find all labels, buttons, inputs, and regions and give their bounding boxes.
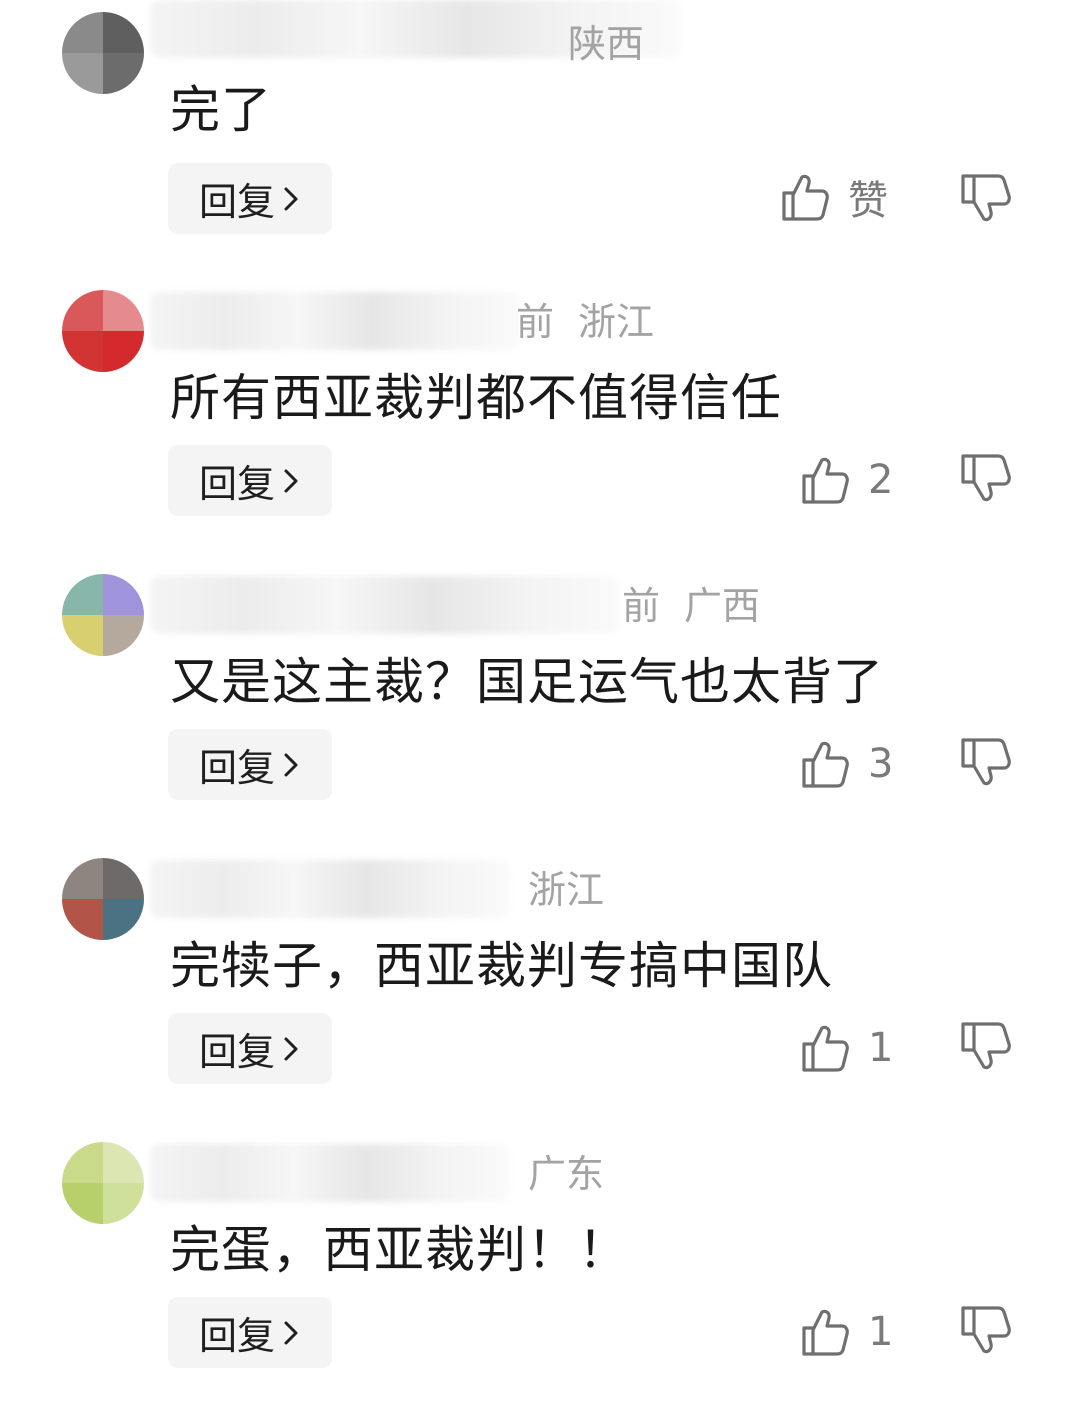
chevron-right-icon — [284, 1037, 298, 1060]
username-blurred[interactable] — [150, 1144, 510, 1202]
avatar[interactable] — [62, 574, 144, 656]
comment-time: 前 — [622, 584, 661, 628]
thumbs-down-icon[interactable] — [960, 736, 1012, 790]
comment-text: 所有西亚裁判都不值得信任 — [170, 369, 782, 427]
avatar-pixel — [62, 899, 103, 940]
like-count: 2 — [868, 457, 894, 503]
chevron-right-icon — [284, 469, 298, 492]
avatar-pixel — [62, 290, 103, 331]
avatar-pixel — [103, 53, 144, 94]
comment-item: 前 广西 又是这主裁？国足运气也太背了 回复 3 — [0, 562, 1080, 846]
avatar-pixel — [62, 1183, 103, 1224]
thumbs-up-icon — [782, 174, 829, 221]
chevron-right-icon — [284, 187, 298, 210]
reply-label: 回复 — [198, 180, 275, 224]
reply-button[interactable]: 回复 — [168, 1013, 332, 1084]
avatar[interactable] — [62, 858, 144, 940]
avatar-pixel — [103, 574, 144, 615]
avatar-pixel — [103, 1142, 144, 1183]
username-blurred[interactable] — [150, 576, 620, 634]
thumbs-up-icon — [802, 457, 849, 504]
thumbs-down-icon[interactable] — [960, 452, 1012, 506]
comment-region: 广东 — [528, 1152, 605, 1196]
reply-label: 回复 — [198, 746, 275, 790]
avatar-pixel — [103, 290, 144, 331]
avatar[interactable] — [62, 1142, 144, 1224]
avatar[interactable] — [62, 290, 144, 372]
comment-text: 完蛋，西亚裁判！！ — [170, 1221, 629, 1279]
reply-label: 回复 — [198, 1030, 275, 1074]
comment-time: 前 — [516, 300, 555, 344]
like-button[interactable]: 3 — [800, 734, 893, 794]
avatar-pixel — [103, 12, 144, 53]
thumbs-down-icon[interactable] — [960, 1020, 1012, 1074]
like-button[interactable]: 1 — [800, 1018, 893, 1078]
like-button[interactable]: 2 — [800, 450, 893, 510]
avatar-pixel — [62, 331, 103, 372]
like-button[interactable]: 赞 — [780, 167, 888, 227]
username-blurred[interactable] — [150, 860, 510, 918]
avatar-pixel — [103, 1183, 144, 1224]
comment-item: 广东 完蛋，西亚裁判！！ 回复 1 — [0, 1130, 1080, 1414]
comment-region: 浙江 — [528, 868, 605, 912]
avatar-pixel — [103, 858, 144, 899]
reply-button[interactable]: 回复 — [168, 445, 332, 516]
like-count: 赞 — [848, 178, 888, 224]
avatar-pixel — [62, 53, 103, 94]
comment-text: 完了 — [170, 81, 272, 139]
like-button[interactable]: 1 — [800, 1302, 893, 1362]
avatar-pixel — [62, 12, 103, 53]
reply-label: 回复 — [198, 462, 275, 506]
avatar-pixel — [103, 899, 144, 940]
avatar-pixel — [62, 574, 103, 615]
comment-item: 浙江 完犊子，西亚裁判专搞中国队 回复 1 — [0, 846, 1080, 1130]
comment-text: 又是这主裁？国足运气也太背了 — [170, 653, 884, 711]
thumbs-down-icon[interactable] — [960, 1304, 1012, 1358]
username-blurred[interactable] — [150, 292, 520, 350]
reply-button[interactable]: 回复 — [168, 729, 332, 800]
thumbs-down-icon[interactable] — [960, 172, 1012, 226]
reply-button[interactable]: 回复 — [168, 163, 332, 234]
avatar-pixel — [62, 615, 103, 656]
comment-region: 陕西 — [568, 22, 645, 66]
avatar-pixel — [103, 615, 144, 656]
thumbs-up-icon — [802, 1025, 849, 1072]
comment-region: 浙江 — [578, 300, 655, 344]
reply-label: 回复 — [198, 1314, 275, 1358]
avatar-pixel — [62, 858, 103, 899]
avatar-pixel — [62, 1142, 103, 1183]
thumbs-up-icon — [802, 1309, 849, 1356]
avatar[interactable] — [62, 12, 144, 94]
comment-item: 陕西 完了 回复 赞 — [0, 0, 1080, 244]
thumbs-up-icon — [802, 741, 849, 788]
like-count: 1 — [868, 1309, 894, 1355]
comment-item: 前 浙江 所有西亚裁判都不值得信任 回复 2 — [0, 278, 1080, 562]
avatar-pixel — [103, 331, 144, 372]
like-count: 3 — [868, 741, 894, 787]
reply-button[interactable]: 回复 — [168, 1297, 332, 1368]
comment-region: 广西 — [684, 584, 761, 628]
chevron-right-icon — [284, 1321, 298, 1344]
chevron-right-icon — [284, 753, 298, 776]
like-count: 1 — [868, 1025, 894, 1071]
comment-text: 完犊子，西亚裁判专搞中国队 — [170, 937, 833, 995]
